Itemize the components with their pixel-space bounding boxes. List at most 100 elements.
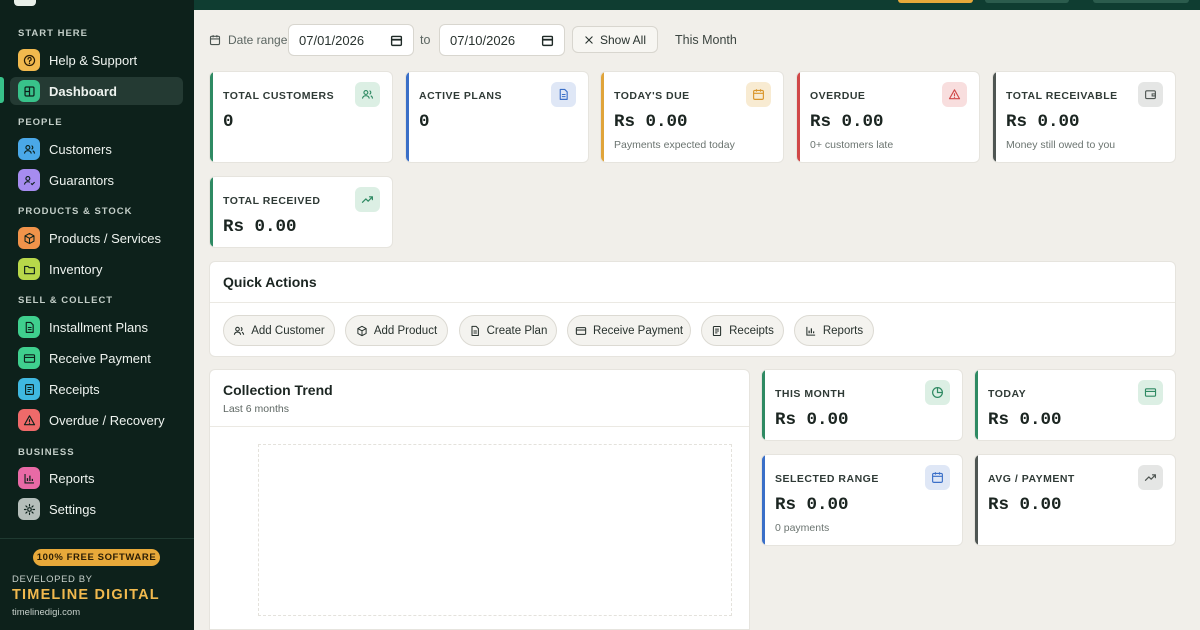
free-software-badge: 100% FREE SOFTWARE	[33, 549, 160, 566]
trend-up-icon	[1138, 465, 1163, 490]
add-product-button[interactable]: Add Product	[345, 315, 448, 346]
create-plan-button[interactable]: Create Plan	[459, 315, 557, 346]
this-month-button[interactable]: This Month	[675, 33, 737, 47]
top-action-button[interactable]	[1093, 0, 1189, 3]
developer-name: TIMELINE DIGITAL	[12, 587, 160, 603]
help-icon	[18, 49, 40, 71]
alert-icon	[18, 409, 40, 431]
stat-card-this-month: THIS MONTH Rs 0.00	[761, 369, 963, 441]
stat-card-active-plans: ACTIVE PLANS 0	[405, 71, 589, 163]
stat-title: AVG / PAYMENT	[988, 473, 1075, 485]
stat-value: 0	[419, 112, 430, 132]
sidebar-item-receive-payment[interactable]: Receive Payment	[10, 344, 183, 372]
to-date-input[interactable]: 07/10/2026	[439, 24, 565, 56]
section-start-here: START HERE	[18, 28, 88, 39]
stat-card-todays-due: TODAY'S DUE Rs 0.00 Payments expected to…	[600, 71, 784, 163]
sidebar-item-reports[interactable]: Reports	[10, 464, 183, 492]
top-action-button[interactable]	[898, 0, 973, 3]
divider	[210, 426, 749, 427]
stat-value: Rs 0.00	[988, 410, 1062, 430]
users-icon	[234, 326, 245, 335]
sidebar-item-label: Receipts	[49, 381, 100, 397]
document-icon	[551, 82, 576, 107]
users-icon	[18, 138, 40, 160]
stat-title: TODAY'S DUE	[614, 90, 690, 102]
button-label: Receive Payment	[592, 324, 684, 337]
sidebar-item-label: Reports	[49, 470, 95, 486]
stat-value: Rs 0.00	[988, 495, 1062, 515]
add-customer-button[interactable]: Add Customer	[223, 315, 335, 346]
sidebar-item-dashboard[interactable]: Dashboard	[10, 77, 183, 105]
card-icon	[18, 347, 40, 369]
sidebar-item-label: Overdue / Recovery	[49, 412, 165, 428]
sidebar-item-customers[interactable]: Customers	[10, 135, 183, 163]
sidebar-item-installment-plans[interactable]: Installment Plans	[10, 313, 183, 341]
divider	[210, 302, 1175, 303]
document-icon	[471, 325, 479, 336]
sidebar-item-label: Receive Payment	[49, 350, 151, 366]
stat-card-avg-payment: AVG / PAYMENT Rs 0.00	[974, 454, 1176, 546]
from-date-input[interactable]: 07/01/2026	[288, 24, 414, 56]
trend-chart-area	[258, 444, 732, 616]
stat-title: TOTAL CUSTOMERS	[223, 90, 335, 102]
sidebar-item-help[interactable]: Help & Support	[10, 46, 183, 74]
stat-card-total-customers: TOTAL CUSTOMERS 0	[209, 71, 393, 163]
gear-icon	[18, 498, 40, 520]
calendar-picker-icon[interactable]	[390, 34, 403, 47]
button-label: Add Product	[373, 324, 438, 337]
stat-value: Rs 0.00	[810, 112, 884, 132]
trend-subtitle: Last 6 months	[223, 403, 289, 415]
card-accent	[993, 72, 996, 162]
top-action-button[interactable]	[985, 0, 1069, 3]
document-icon	[18, 316, 40, 338]
show-all-button[interactable]: Show All	[572, 26, 658, 53]
receipt-icon	[18, 378, 40, 400]
box-icon	[357, 325, 367, 336]
card-icon	[575, 326, 587, 335]
card-accent	[797, 72, 800, 162]
reports-button[interactable]: Reports	[794, 315, 874, 346]
button-label: Reports	[822, 324, 864, 337]
receipts-button[interactable]: Receipts	[701, 315, 784, 346]
date-filter-bar: Date range 07/01/2026 to 07/10/2026 Show…	[194, 10, 1200, 66]
sidebar-item-inventory[interactable]: Inventory	[10, 255, 183, 283]
user-check-icon	[18, 169, 40, 191]
card-accent	[762, 370, 765, 440]
stat-value: Rs 0.00	[775, 410, 849, 430]
sidebar-item-label: Guarantors	[49, 172, 115, 188]
sidebar-item-label: Inventory	[49, 261, 103, 277]
stat-title: ACTIVE PLANS	[419, 90, 503, 102]
developed-by-label: DEVELOPED BY	[12, 574, 93, 585]
stat-value: 0	[223, 112, 234, 132]
stat-subtitle: Money still owed to you	[1006, 139, 1116, 151]
stat-value: Rs 0.00	[223, 217, 297, 237]
collection-trend-panel: Collection Trend Last 6 months	[209, 369, 750, 630]
receive-payment-button[interactable]: Receive Payment	[567, 315, 691, 346]
sidebar: START HERE Help & Support Dashboard PEOP…	[0, 0, 194, 630]
developer-url[interactable]: timelinedigi.com	[12, 607, 80, 618]
sidebar-item-label: Dashboard	[49, 83, 117, 99]
sidebar-item-label: Help & Support	[49, 52, 138, 68]
button-label: Add Customer	[251, 324, 325, 337]
calendar-icon	[746, 82, 771, 107]
stat-card-selected-range: SELECTED RANGE Rs 0.00 0 payments	[761, 454, 963, 546]
sidebar-item-guarantors[interactable]: Guarantors	[10, 166, 183, 194]
trend-up-icon	[355, 187, 380, 212]
sidebar-item-overdue[interactable]: Overdue / Recovery	[10, 406, 183, 434]
app-logo[interactable]	[14, 0, 36, 6]
stat-title: THIS MONTH	[775, 388, 846, 400]
to-label: to	[420, 33, 431, 47]
sidebar-item-receipts[interactable]: Receipts	[10, 375, 183, 403]
stat-card-today: TODAY Rs 0.00	[974, 369, 1176, 441]
stat-title: OVERDUE	[810, 90, 866, 102]
calendar-icon	[925, 465, 950, 490]
calendar-picker-icon[interactable]	[541, 34, 554, 47]
stat-card-total-received: TOTAL RECEIVED Rs 0.00	[209, 176, 393, 248]
sidebar-item-settings[interactable]: Settings	[10, 495, 183, 523]
sidebar-item-products[interactable]: Products / Services	[10, 224, 183, 252]
alert-icon	[942, 82, 967, 107]
section-people: PEOPLE	[18, 117, 63, 128]
sidebar-item-label: Products / Services	[49, 230, 161, 246]
sidebar-item-label: Customers	[49, 141, 112, 157]
trend-title: Collection Trend	[223, 382, 333, 398]
